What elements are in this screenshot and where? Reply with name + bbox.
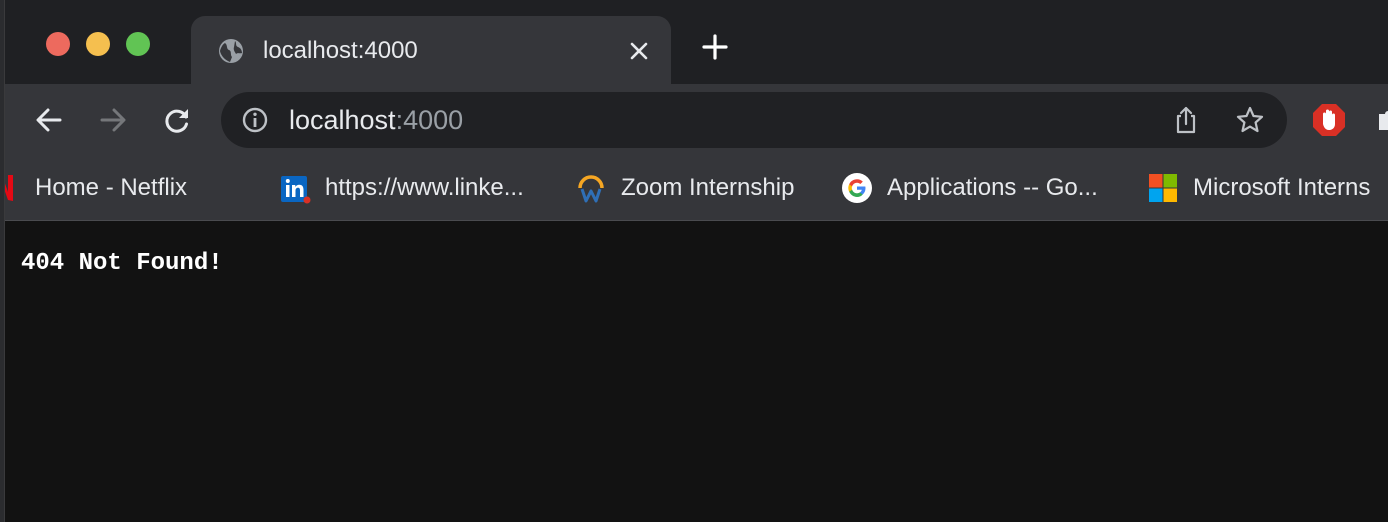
bookmark-label: Zoom Internship (621, 174, 795, 201)
bookmark-label: Microsoft Interns (1193, 174, 1371, 201)
page-content: 404 Not Found! (5, 221, 1388, 522)
url-port: :4000 (395, 105, 464, 135)
bookmark-label: Applications -- Go... (887, 174, 1098, 201)
reload-icon[interactable] (161, 104, 193, 136)
globe-icon (219, 39, 243, 63)
bookmark-label: Home - Netflix (35, 174, 188, 201)
bookmark-label: https://www.linke... (325, 174, 524, 201)
google-icon (842, 173, 872, 203)
star-icon[interactable] (1235, 105, 1265, 135)
arrow-left-icon[interactable] (33, 104, 65, 136)
tab-localhost[interactable]: localhost:4000 (191, 16, 671, 84)
workday-icon (578, 175, 604, 203)
info-icon[interactable] (241, 106, 269, 134)
browser-toolbar: localhost:4000 (5, 84, 1388, 156)
close-icon[interactable] (625, 37, 653, 65)
new-tab-plus-icon[interactable] (701, 33, 729, 61)
address-url[interactable]: localhost:4000 (289, 104, 463, 136)
bookmarks-bar: Home - Netflix https://www.linke... Zoom… (5, 156, 1388, 221)
error-message: 404 Not Found! (21, 250, 223, 277)
browser-window: localhost:4000 localhost:4000 Home - Net… (4, 0, 1388, 522)
minimize-window-button[interactable] (86, 32, 110, 56)
url-host: localhost (289, 105, 396, 135)
netflix-icon (5, 175, 13, 201)
zoom-window-button[interactable] (126, 32, 150, 56)
adblock-hand-icon[interactable] (1311, 102, 1347, 138)
tab-title: localhost:4000 (263, 37, 418, 64)
linkedin-icon (281, 176, 311, 204)
arrow-right-icon[interactable] (97, 104, 129, 136)
close-window-button[interactable] (46, 32, 70, 56)
tab-strip: localhost:4000 (5, 0, 1388, 84)
puzzle-icon[interactable] (1375, 106, 1388, 134)
share-icon[interactable] (1171, 105, 1201, 135)
microsoft-icon (1149, 174, 1177, 202)
address-bar[interactable]: localhost:4000 (221, 92, 1287, 148)
